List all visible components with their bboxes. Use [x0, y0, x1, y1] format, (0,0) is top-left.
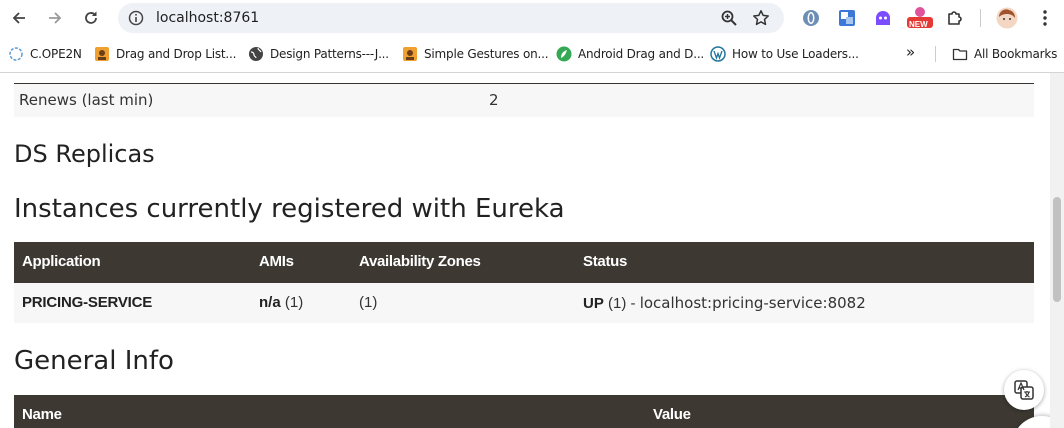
forward-arrow-icon [49, 12, 62, 24]
bookmarks-overflow-button[interactable]: » [906, 43, 915, 61]
bookmark-label: Design Patterns---J... [270, 47, 389, 61]
bookmarks-bar: C.OPE2N Drag and Drop List... Design Pat… [0, 36, 1064, 73]
bookmark-item[interactable]: Simple Gestures on... [402, 46, 549, 62]
page-favicon [403, 47, 417, 61]
header-name: Name [22, 406, 62, 423]
amis-value: n/a [259, 294, 281, 311]
bookmark-star-icon[interactable] [752, 9, 770, 27]
reload-button[interactable] [78, 5, 104, 31]
status-count: (1) - [608, 295, 636, 312]
bookmark-item[interactable]: How to Use Loaders... [710, 46, 859, 62]
back-arrow-icon [12, 12, 25, 24]
globe-icon [249, 47, 263, 61]
back-button[interactable] [6, 5, 32, 31]
status-cell: UP (1) - localhost:pricing-service:8082 [583, 294, 866, 312]
vertical-scrollbar[interactable] [1050, 73, 1064, 428]
ds-replicas-heading: DS Replicas [14, 140, 155, 168]
purple-extension-icon[interactable] [872, 7, 894, 29]
bookmark-item[interactable]: Android Drag and D... [556, 46, 704, 62]
instances-heading: Instances currently registered with Eure… [14, 194, 565, 224]
url-text[interactable]: localhost:8761 [156, 10, 259, 26]
translate-page-button[interactable] [1004, 370, 1044, 410]
bookmark-label: How to Use Loaders... [732, 47, 859, 61]
header-amis: AMIs [259, 253, 294, 270]
all-bookmarks-button[interactable]: All Bookmarks [952, 46, 1057, 62]
site-info-icon[interactable] [128, 10, 144, 26]
wordpress-icon [710, 46, 726, 62]
bookmark-label: Drag and Drop List... [116, 47, 237, 61]
bookmarks-divider [935, 46, 936, 62]
header-status: Status [583, 253, 628, 270]
folder-icon [952, 48, 968, 61]
table-row: PRICING-SERVICE n/a (1) (1) UP (1) - loc… [14, 283, 1034, 323]
bookmark-label: Android Drag and D... [578, 47, 705, 61]
translate-extension-icon[interactable] [836, 7, 858, 29]
header-availability-zones: Availability Zones [359, 253, 481, 270]
amis-cell: n/a (1) [259, 294, 303, 311]
page-favicon [95, 47, 109, 61]
all-bookmarks-label: All Bookmarks [974, 47, 1058, 61]
header-application: Application [22, 253, 101, 270]
status-up: UP [583, 295, 604, 312]
bookmark-item[interactable]: Drag and Drop List... [94, 46, 236, 62]
instance-link[interactable]: localhost:pricing-service:8082 [640, 294, 866, 312]
scrollbar-thumb[interactable] [1053, 197, 1061, 302]
general-info-heading: General Info [14, 346, 174, 376]
reload-icon [85, 11, 97, 24]
zones-cell: (1) [359, 294, 378, 311]
profile-avatar[interactable] [996, 7, 1018, 29]
overflow-chevron-icon: » [906, 43, 915, 61]
toolbar-divider [980, 9, 981, 27]
renews-label: Renews (last min) [19, 91, 154, 109]
browser-toolbar: localhost:8761 NEW [0, 0, 1064, 36]
bookmark-label: Simple Gestures on... [424, 47, 549, 61]
page-viewport: Renews (last min) 2 DS Replicas Instance… [0, 73, 1050, 428]
translate-icon [1014, 380, 1034, 400]
opera-extension-icon[interactable] [800, 7, 822, 29]
application-name: PRICING-SERVICE [22, 294, 153, 311]
bookmark-item[interactable]: Design Patterns---J... [248, 46, 389, 62]
renews-value: 2 [489, 91, 499, 109]
new-extension-icon[interactable]: NEW [906, 7, 934, 29]
renews-row: Renews (last min) 2 [14, 83, 1034, 117]
bookmark-label: C.OPE2N [30, 47, 82, 61]
amis-count: (1) [284, 294, 304, 311]
address-bar[interactable]: localhost:8761 [118, 3, 784, 33]
extensions-puzzle-icon[interactable] [944, 7, 966, 29]
instances-table-header: Application AMIs Availability Zones Stat… [14, 242, 1034, 283]
forward-button[interactable] [42, 5, 68, 31]
menu-kebab-icon[interactable] [1034, 7, 1056, 29]
zoom-icon[interactable] [720, 9, 738, 27]
bookmark-item[interactable]: C.OPE2N [8, 46, 82, 62]
general-info-table-header: Name Value [14, 395, 1034, 428]
new-badge: NEW [909, 20, 928, 29]
header-value: Value [653, 406, 691, 423]
green-leaf-favicon [556, 46, 572, 62]
loading-circle-icon [9, 47, 23, 61]
